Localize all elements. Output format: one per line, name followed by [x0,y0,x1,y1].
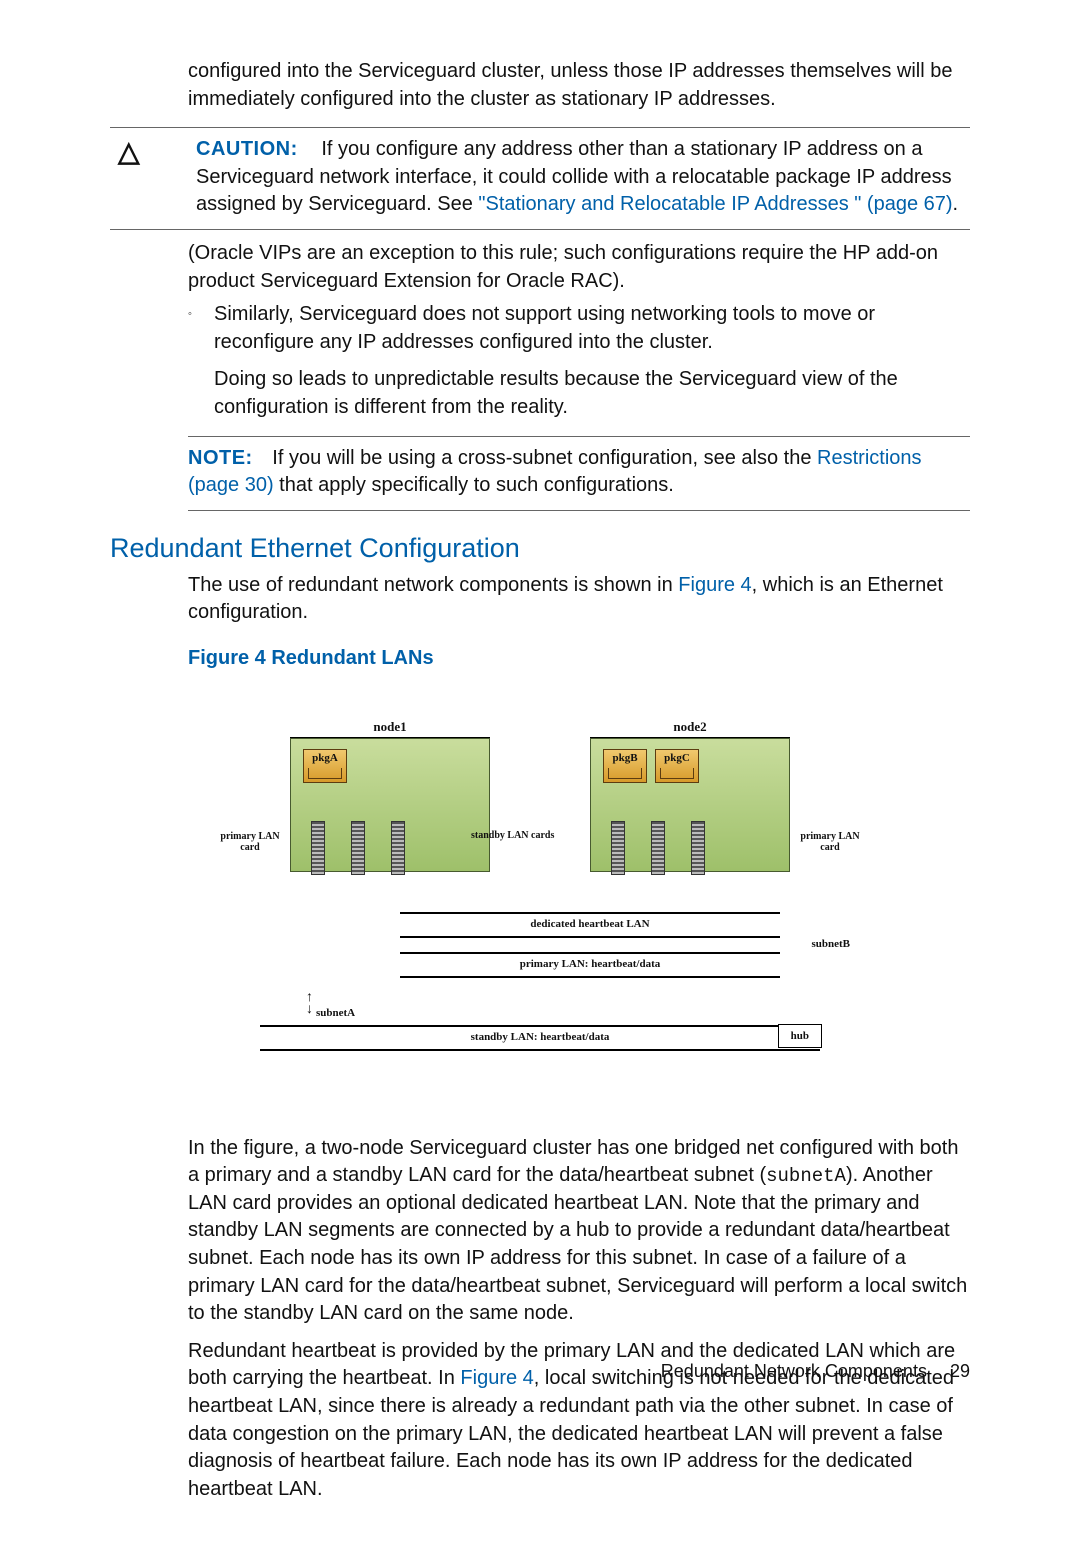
body1-post: ). Another LAN card provides an optional… [188,1164,967,1324]
node2-title: node2 [590,719,790,738]
figure4-link-1[interactable]: Figure 4 [678,574,751,596]
lan-bar-standby-label: standby LAN: heartbeat/data [471,1031,610,1043]
lan-bar-standby: standby LAN: heartbeat/data hub [260,1025,820,1051]
note-post: that apply specifically to such configur… [274,474,674,496]
diagram-node2: node2 pkgB pkgC primary LAN card standby… [590,719,790,872]
caution-icon: △ [110,136,196,219]
lan-bar-primary: primary LAN: heartbeat/data subnetB [400,952,780,978]
figure4-link-2[interactable]: Figure 4 [460,1367,533,1389]
primary-lan-right-label: primary LAN card [795,831,865,853]
caution-text: CAUTION: If you configure any address ot… [196,136,970,219]
lan-bar-dedicated: dedicated heartbeat LAN [400,912,780,938]
caution-link[interactable]: "Stationary and Relocatable IP Addresses… [478,193,952,215]
figure-diagram: node1 pkgA primary LAN card node2 pkgB p… [260,719,820,1051]
intro-paragraph: configured into the Serviceguard cluster… [188,58,970,113]
bullet-item: ◦ Similarly, Serviceguard does not suppo… [188,301,970,421]
caution-block: △ CAUTION: If you configure any address … [110,127,970,230]
bullet-p2: Doing so leads to unpredictable results … [214,366,970,421]
subnetA-label: subnetA [316,1007,820,1019]
page-number: 29 [950,1361,970,1381]
section-intro-pre: The use of redundant network components … [188,574,678,596]
pkgA-box: pkgA [303,749,347,783]
figure-caption: Figure 4 Redundant LANs [188,645,970,673]
note-text: NOTE: If you will be using a cross-subne… [188,445,970,500]
note-label: NOTE: [188,447,253,469]
page-footer: Redundant Network Components 29 [661,1361,970,1382]
section-heading: Redundant Ethernet Configuration [110,533,970,564]
footer-text: Redundant Network Components [661,1361,927,1381]
note-pre: If you will be using a cross-subnet conf… [272,447,817,469]
hub-box: hub [778,1024,822,1048]
note-block: NOTE: If you will be using a cross-subne… [188,436,970,511]
bullet-glyph-icon: ◦ [188,301,214,421]
pkgB-box: pkgB [603,749,647,783]
body-paragraph-1: In the figure, a two-node Serviceguard c… [188,1135,970,1328]
primary-lan-left-label: primary LAN card [215,831,285,853]
caution-label: CAUTION: [196,138,298,160]
bullet-p1: Similarly, Serviceguard does not support… [214,301,970,356]
body1-code: subnetA [766,1165,846,1187]
subnetB-label: subnetB [811,934,850,954]
section-intro: The use of redundant network components … [188,572,970,627]
oracle-note: (Oracle VIPs are an exception to this ru… [188,240,970,295]
pkgC-box: pkgC [655,749,699,783]
caution-body-post: . [953,193,959,215]
standby-lan-label: standby LAN cards [471,830,554,841]
lan-bar-primary-label: primary LAN: heartbeat/data [520,958,661,970]
diagram-node1: node1 pkgA primary LAN card [290,719,490,872]
node1-title: node1 [290,719,490,738]
